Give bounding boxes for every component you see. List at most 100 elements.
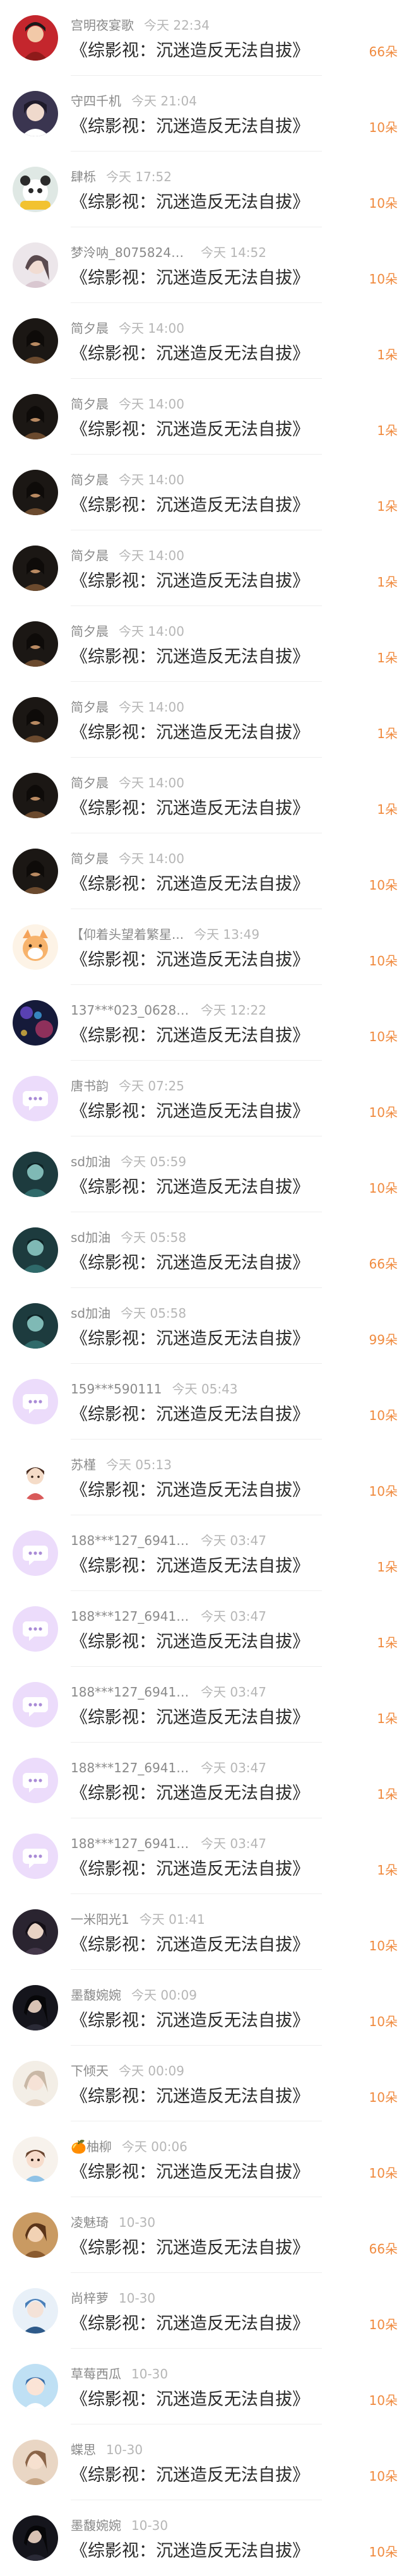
user-avatar[interactable] — [13, 1379, 58, 1424]
user-avatar[interactable] — [13, 2061, 58, 2106]
book-title: 《综影视：沉迷造反无法自拔》 — [71, 1859, 309, 1879]
user-avatar[interactable] — [13, 1682, 58, 1727]
list-item[interactable]: 188***127_69410... 今天 03:47 《综影视：沉迷造反无法自拔… — [0, 1667, 404, 1743]
username: 简夕晨 — [71, 548, 109, 563]
list-item[interactable]: 159***590111 今天 05:43 《综影视：沉迷造反无法自拔》 10朵 — [0, 1364, 404, 1440]
user-avatar[interactable] — [13, 1606, 58, 1652]
timestamp: 今天 00:09 — [119, 2063, 184, 2078]
list-item[interactable]: 简夕晨 今天 14:00 《综影视：沉迷造反无法自拔》 1朵 — [0, 530, 404, 606]
username: 宫明夜宴歌 — [71, 18, 134, 33]
user-avatar[interactable] — [13, 1834, 58, 1879]
list-item[interactable]: 唐书韵 今天 07:25 《综影视：沉迷造反无法自拔》 10朵 — [0, 1061, 404, 1136]
list-item[interactable]: 下倾天 今天 00:09 《综影视：沉迷造反无法自拔》 10朵 — [0, 2046, 404, 2121]
user-avatar[interactable] — [13, 2137, 58, 2182]
list-item[interactable]: 墨馥婉婉 10-30 《综影视：沉迷造反无法自拔》 10朵 — [0, 2500, 404, 2576]
timestamp: 今天 14:00 — [119, 700, 184, 715]
timestamp: 今天 13:49 — [194, 927, 260, 942]
user-avatar[interactable] — [13, 167, 58, 212]
list-item[interactable]: 肆栎 今天 17:52 《综影视：沉迷造反无法自拔》 10朵 — [0, 152, 404, 227]
list-item[interactable]: 苏槿 今天 05:13 《综影视：沉迷造反无法自拔》 10朵 — [0, 1440, 404, 1515]
list-item[interactable]: 简夕晨 今天 14:00 《综影视：沉迷造反无法自拔》 10朵 — [0, 833, 404, 909]
username: sd加油 — [71, 1306, 111, 1321]
list-item[interactable]: 简夕晨 今天 14:00 《综影视：沉迷造反无法自拔》 1朵 — [0, 682, 404, 758]
user-avatar[interactable] — [13, 1076, 58, 1121]
user-avatar[interactable] — [13, 1530, 58, 1576]
user-avatar[interactable] — [13, 621, 58, 667]
list-item[interactable]: sd加油 今天 05:58 《综影视：沉迷造反无法自拔》 66朵 — [0, 1212, 404, 1288]
list-item[interactable]: 简夕晨 今天 14:00 《综影视：沉迷造反无法自拔》 1朵 — [0, 455, 404, 530]
username: 🍊柚柳 — [71, 2139, 112, 2154]
list-item[interactable]: 简夕晨 今天 14:00 《综影视：沉迷造反无法自拔》 1朵 — [0, 303, 404, 379]
list-item[interactable]: sd加油 今天 05:59 《综影视：沉迷造反无法自拔》 10朵 — [0, 1136, 404, 1212]
timestamp: 今天 03:47 — [201, 1533, 266, 1548]
user-avatar[interactable] — [13, 1455, 58, 1500]
list-item[interactable]: 188***127_69410... 今天 03:47 《综影视：沉迷造反无法自拔… — [0, 1818, 404, 1894]
user-avatar[interactable] — [13, 242, 58, 288]
list-item[interactable]: 凌魅琦 10-30 《综影视：沉迷造反无法自拔》 66朵 — [0, 2197, 404, 2273]
gift-amount: 10朵 — [369, 2393, 398, 2408]
user-avatar[interactable] — [13, 470, 58, 515]
timestamp: 10-30 — [119, 2215, 156, 2230]
user-avatar[interactable] — [13, 849, 58, 894]
book-title: 《综影视：沉迷造反无法自拔》 — [71, 1481, 309, 1500]
timestamp: 今天 03:47 — [201, 1609, 266, 1624]
gift-amount: 10朵 — [369, 1484, 398, 1499]
gift-amount: 10朵 — [369, 120, 398, 135]
list-item[interactable]: 简夕晨 今天 14:00 《综影视：沉迷造反无法自拔》 1朵 — [0, 606, 404, 682]
user-avatar[interactable] — [13, 1000, 58, 1046]
timestamp: 今天 01:41 — [139, 1912, 205, 1927]
list-item[interactable]: 【仰着头望着繁星... 今天 13:49 《综影视：沉迷造反无法自拔》 10朵 — [0, 909, 404, 985]
book-title: 《综影视：沉迷造反无法自拔》 — [71, 1178, 309, 1197]
username: 唐书韵 — [71, 1078, 109, 1094]
book-title: 《综影视：沉迷造反无法自拔》 — [71, 723, 309, 742]
user-avatar[interactable] — [13, 2288, 58, 2334]
user-avatar[interactable] — [13, 1909, 58, 1955]
list-item[interactable]: 188***127_69410... 今天 03:47 《综影视：沉迷造反无法自拔… — [0, 1743, 404, 1818]
gift-amount: 1朵 — [377, 1787, 398, 1802]
user-avatar[interactable] — [13, 1152, 58, 1197]
user-avatar[interactable] — [13, 1985, 58, 2030]
user-avatar[interactable] — [13, 15, 58, 61]
user-avatar[interactable] — [13, 1758, 58, 1803]
list-item[interactable]: 守四千机 今天 21:04 《综影视：沉迷造反无法自拔》 10朵 — [0, 76, 404, 152]
book-title: 《综影视：沉迷造反无法自拔》 — [71, 117, 309, 136]
username: 简夕晨 — [71, 397, 109, 412]
user-avatar[interactable] — [13, 546, 58, 591]
user-avatar[interactable] — [13, 318, 58, 364]
list-item[interactable]: 一米阳光1 今天 01:41 《综影视：沉迷造反无法自拔》 10朵 — [0, 1894, 404, 1970]
list-item[interactable]: 草莓西瓜 10-30 《综影视：沉迷造反无法自拔》 10朵 — [0, 2349, 404, 2424]
list-item[interactable]: 梦泠呐_80758240... 今天 14:52 《综影视：沉迷造反无法自拔》 1… — [0, 227, 404, 303]
list-item[interactable]: 188***127_69410... 今天 03:47 《综影视：沉迷造反无法自拔… — [0, 1515, 404, 1591]
username: 墨馥婉婉 — [71, 2518, 121, 2533]
list-item[interactable]: 🍊柚柳 今天 00:06 《综影视：沉迷造反无法自拔》 10朵 — [0, 2121, 404, 2197]
gift-amount: 10朵 — [369, 878, 398, 893]
user-avatar[interactable] — [13, 2364, 58, 2409]
user-avatar[interactable] — [13, 773, 58, 818]
list-item[interactable]: 188***127_69410... 今天 03:47 《综影视：沉迷造反无法自拔… — [0, 1591, 404, 1667]
gift-amount: 10朵 — [369, 196, 398, 211]
user-avatar[interactable] — [13, 1227, 58, 1273]
user-avatar[interactable] — [13, 91, 58, 136]
user-avatar[interactable] — [13, 1303, 58, 1349]
timestamp: 今天 00:09 — [131, 1988, 197, 2003]
book-title: 《综影视：沉迷造反无法自拔》 — [71, 1935, 309, 1955]
list-item[interactable]: 蝶思 10-30 《综影视：沉迷造反无法自拔》 10朵 — [0, 2424, 404, 2500]
user-avatar[interactable] — [13, 2212, 58, 2258]
user-avatar[interactable] — [13, 394, 58, 439]
gift-amount: 1朵 — [377, 726, 398, 741]
list-item[interactable]: sd加油 今天 05:58 《综影视：沉迷造反无法自拔》 99朵 — [0, 1288, 404, 1364]
list-item[interactable]: 简夕晨 今天 14:00 《综影视：沉迷造反无法自拔》 1朵 — [0, 379, 404, 455]
user-avatar[interactable] — [13, 2515, 58, 2561]
list-item[interactable]: 宫明夜宴歌 今天 22:34 《综影视：沉迷造反无法自拔》 66朵 — [0, 0, 404, 76]
list-item[interactable]: 墨馥婉婉 今天 00:09 《综影视：沉迷造反无法自拔》 10朵 — [0, 1970, 404, 2046]
gift-amount: 10朵 — [369, 2469, 398, 2484]
list-item[interactable]: 尚梓萝 10-30 《综影视：沉迷造反无法自拔》 10朵 — [0, 2273, 404, 2349]
user-avatar[interactable] — [13, 924, 58, 970]
book-title: 《综影视：沉迷造反无法自拔》 — [71, 420, 309, 439]
username: 188***127_69410... — [71, 1609, 191, 1624]
user-avatar[interactable] — [13, 697, 58, 742]
list-item[interactable]: 137***023_06281... 今天 12:22 《综影视：沉迷造反无法自拔… — [0, 985, 404, 1061]
book-title: 《综影视：沉迷造反无法自拔》 — [71, 1632, 309, 1652]
list-item[interactable]: 简夕晨 今天 14:00 《综影视：沉迷造反无法自拔》 1朵 — [0, 758, 404, 833]
user-avatar[interactable] — [13, 2440, 58, 2485]
